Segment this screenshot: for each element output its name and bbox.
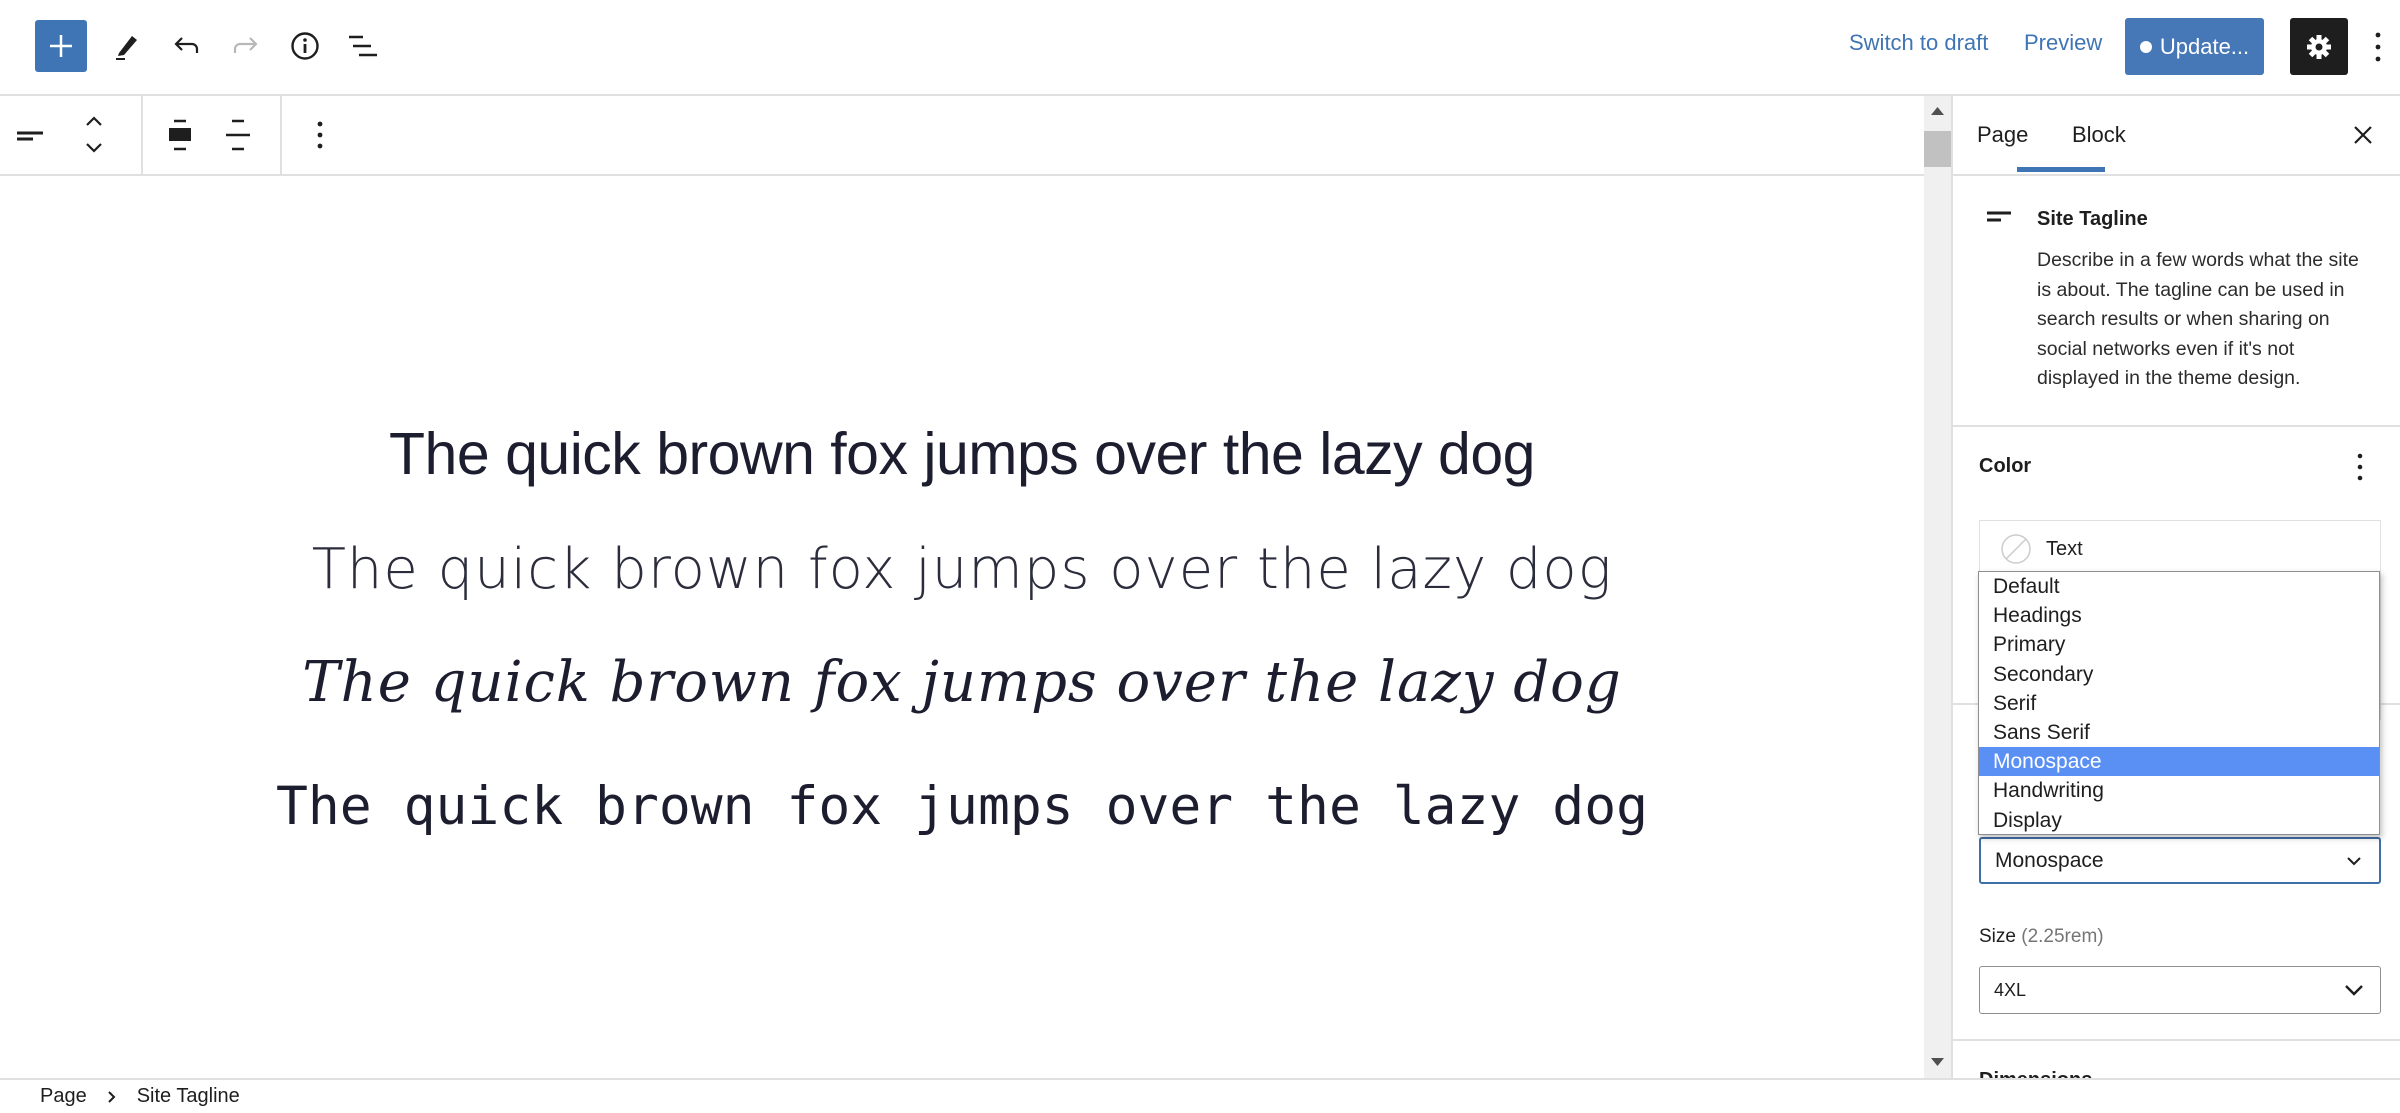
- editor-header: Switch to draft Preview Update...: [0, 0, 2400, 96]
- divider: [1953, 174, 2400, 176]
- chevron-up-icon: [86, 116, 102, 126]
- toolbar-divider: [141, 96, 143, 176]
- unsaved-dot-icon: [2139, 40, 2152, 53]
- font-option[interactable]: Secondary: [1979, 660, 2379, 689]
- scroll-down-arrow-icon: [1931, 1058, 1944, 1066]
- editor-scrollbar[interactable]: [1924, 96, 1951, 1078]
- info-icon: [291, 32, 319, 60]
- active-tab-indicator: [2017, 167, 2105, 172]
- block-toolbar: [0, 96, 1924, 176]
- options-menu-button[interactable]: [2372, 30, 2384, 64]
- font-option[interactable]: Sans Serif: [1979, 718, 2379, 747]
- font-option[interactable]: Primary: [1979, 630, 2379, 659]
- chevron-down-icon: [2345, 985, 2363, 996]
- scrollbar-thumb[interactable]: [1924, 131, 1951, 167]
- update-button[interactable]: Update...: [2125, 18, 2264, 75]
- more-vertical-icon: [2375, 32, 2381, 62]
- scroll-up-arrow-icon: [1931, 107, 1944, 115]
- list-view-button[interactable]: [337, 20, 389, 72]
- site-tagline-icon: [1987, 211, 2011, 222]
- tab-block[interactable]: Block: [2072, 122, 2126, 148]
- font-option[interactable]: Serif: [1979, 689, 2379, 718]
- font-family-select[interactable]: Monospace: [1979, 837, 2381, 884]
- redo-button[interactable]: [219, 20, 271, 72]
- block-description: Describe in a few words what the site is…: [2037, 249, 2359, 390]
- pencil-icon: [116, 36, 137, 60]
- move-up-button[interactable]: [82, 112, 106, 137]
- block-title: Site Tagline: [2037, 208, 2148, 230]
- redo-icon: [233, 37, 258, 53]
- font-size-select[interactable]: 4XL: [1979, 966, 2381, 1014]
- close-icon[interactable]: [2352, 124, 2374, 146]
- toolbar-divider: [280, 96, 282, 176]
- text-color-label: Text: [2046, 537, 2083, 560]
- font-option[interactable]: Default: [1979, 572, 2379, 601]
- breadcrumb: Page Site Tagline: [0, 1078, 2400, 1113]
- font-option[interactable]: Handwriting: [1979, 776, 2379, 805]
- site-tagline-icon: [17, 131, 43, 141]
- text-color-item[interactable]: Text: [2000, 533, 2083, 565]
- justify-center-icon: [226, 119, 250, 151]
- details-button[interactable]: [279, 20, 331, 72]
- no-color-swatch-icon: [2001, 534, 2031, 564]
- tagline-handwriting[interactable]: The quick brown fox jumps over the lazy …: [0, 650, 1924, 715]
- more-vertical-icon[interactable]: [2355, 452, 2365, 482]
- more-vertical-icon: [317, 121, 323, 149]
- chevron-down-icon: [2347, 856, 2361, 865]
- font-family-dropdown-list: Default Headings Primary Secondary Serif…: [1978, 571, 2380, 835]
- more-options-button[interactable]: [314, 118, 326, 157]
- font-option[interactable]: Display: [1979, 806, 2379, 835]
- font-option[interactable]: Headings: [1979, 601, 2379, 630]
- breadcrumb-site-tagline[interactable]: Site Tagline: [137, 1085, 240, 1108]
- preview-link[interactable]: Preview: [2024, 30, 2102, 56]
- undo-icon: [174, 37, 199, 53]
- tagline-monospace[interactable]: The quick brown fox jumps over the lazy …: [0, 776, 1924, 837]
- dimensions-heading: Dimensions: [1979, 1069, 2092, 1078]
- justify-button[interactable]: [224, 118, 254, 157]
- tab-page[interactable]: Page: [1977, 122, 2028, 148]
- gear-icon: [2307, 34, 2331, 59]
- move-down-button[interactable]: [82, 138, 106, 163]
- tagline-display[interactable]: The quick brown fox jumps over the lazy …: [0, 537, 1924, 602]
- size-label: Size (2.25rem): [1979, 926, 2104, 948]
- align-button[interactable]: [166, 118, 196, 157]
- tools-button[interactable]: [101, 20, 153, 72]
- undo-button[interactable]: [161, 20, 213, 72]
- chevron-right-icon: [108, 1090, 116, 1103]
- block-type-button[interactable]: [14, 122, 44, 151]
- align-wide-icon: [169, 119, 191, 151]
- tagline-default[interactable]: The quick brown fox jumps over the lazy …: [0, 420, 1924, 488]
- list-view-icon: [349, 35, 377, 57]
- font-size-selected: 4XL: [1994, 979, 2027, 1000]
- font-option-selected[interactable]: Monospace: [1979, 747, 2379, 777]
- size-label-text: Size: [1979, 926, 2016, 947]
- breadcrumb-page[interactable]: Page: [40, 1085, 87, 1108]
- switch-to-draft-link[interactable]: Switch to draft: [1849, 30, 1988, 56]
- plus-icon: [50, 35, 72, 57]
- divider: [1953, 425, 2400, 427]
- chevron-down-icon: [86, 143, 102, 153]
- font-family-selected: Monospace: [1995, 848, 2104, 872]
- settings-button[interactable]: [2290, 18, 2348, 75]
- add-block-button[interactable]: [35, 20, 87, 72]
- size-value: (2.25rem): [2021, 926, 2104, 947]
- update-label: Update...: [2159, 33, 2250, 59]
- color-heading: Color: [1979, 455, 2032, 477]
- divider: [1953, 1039, 2400, 1041]
